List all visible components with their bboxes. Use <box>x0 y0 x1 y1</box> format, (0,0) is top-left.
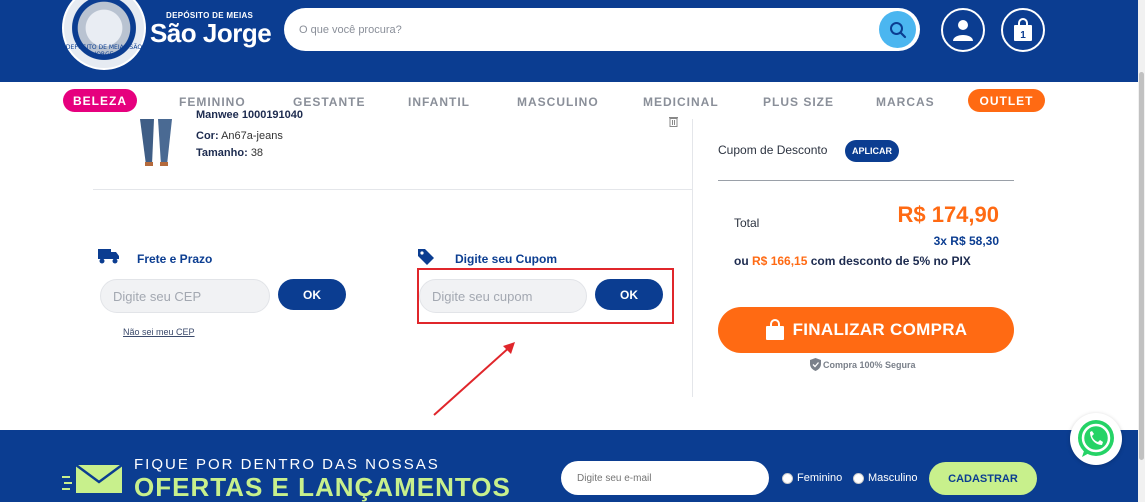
shopping-bag-icon: 1 <box>1014 18 1032 41</box>
total-label: Total <box>734 216 760 230</box>
search-bar <box>284 8 920 51</box>
color-value: An67a-jeans <box>221 130 283 142</box>
shipping-title: Frete e Prazo <box>137 252 213 266</box>
logo-wordmark[interactable]: São Jorge <box>150 18 272 49</box>
search-button[interactable] <box>879 11 916 48</box>
subscribe-button[interactable]: CADASTRAR <box>929 462 1037 495</box>
shopping-bag-icon <box>765 319 784 340</box>
nav-item-gestante[interactable]: GESTANTE <box>293 95 365 109</box>
apply-coupon-button[interactable]: APLICAR <box>845 140 899 162</box>
discount-coupon-label: Cupom de Desconto <box>718 143 828 157</box>
account-button[interactable] <box>941 8 985 52</box>
summary-divider <box>718 180 1014 181</box>
trash-icon[interactable] <box>668 115 679 127</box>
newsletter-email-input[interactable] <box>561 461 769 495</box>
envelope-icon <box>62 463 123 493</box>
search-input[interactable] <box>299 19 859 41</box>
radio-masculino[interactable]: Masculino <box>853 472 918 484</box>
search-icon <box>889 21 906 38</box>
product-size: Tamanho: 38 <box>196 147 263 159</box>
nav-item-masculino[interactable]: MASCULINO <box>517 95 599 109</box>
unknown-cep-link[interactable]: Não sei meu CEP <box>123 327 195 337</box>
pix-value: R$ 166,15 <box>752 254 808 268</box>
radio-feminino[interactable]: Feminino <box>782 472 842 484</box>
product-name[interactable]: Manwee 1000191040 <box>196 109 303 119</box>
page-scrollbar[interactable] <box>1138 0 1145 502</box>
nav-item-plus-size[interactable]: PLUS SIZE <box>763 95 834 109</box>
whatsapp-button[interactable] <box>1070 413 1122 465</box>
secure-label: Compra 100% Segura <box>823 359 916 370</box>
cart-button[interactable]: 1 <box>1001 8 1045 52</box>
radio-feminino-label: Feminino <box>797 472 843 484</box>
secure-purchase-badge: Compra 100% Segura <box>810 358 916 371</box>
radio-circle[interactable] <box>853 472 864 484</box>
nav-item-marcas[interactable]: MARCAS <box>876 95 935 109</box>
shipping-ok-button[interactable]: OK <box>278 279 346 310</box>
size-value: 38 <box>250 147 264 159</box>
installments-value: 3x R$ 58,30 <box>933 234 999 248</box>
whatsapp-icon <box>1078 420 1114 457</box>
truck-icon <box>98 249 119 264</box>
scrollbar-thumb[interactable] <box>1139 72 1144 460</box>
size-label: Tamanho: <box>196 147 248 159</box>
newsletter-title: OFERTAS E LANÇAMENTOS <box>134 472 511 502</box>
checkout-label: FINALIZAR COMPRA <box>792 320 968 339</box>
radio-masculino-label: Masculino <box>868 472 918 484</box>
total-value: R$ 174,90 <box>897 202 999 227</box>
product-color: Cor: An67a-jeans <box>196 130 283 142</box>
annotation-arrow <box>433 342 515 416</box>
coupon-title: Digite seu Cupom <box>455 252 558 266</box>
nav-item-medicinal[interactable]: MEDICINAL <box>643 95 719 109</box>
cep-input[interactable] <box>100 279 270 313</box>
user-icon <box>953 20 973 41</box>
tag-icon <box>418 249 434 265</box>
divider <box>93 189 693 190</box>
shield-icon <box>810 358 821 371</box>
checkout-button[interactable]: FINALIZAR COMPRA <box>718 307 1014 353</box>
svg-text:1: 1 <box>1020 30 1026 41</box>
pix-prefix: ou <box>734 254 749 268</box>
newsletter-subtitle: FIQUE POR DENTRO DAS NOSSAS <box>134 456 440 473</box>
nav-item-outlet[interactable]: OUTLET <box>968 89 1045 112</box>
seal-text: DEPÓSITO DE MEIAS SÃO JORGE <box>65 44 143 58</box>
nav-item-infantil[interactable]: INFANTIL <box>408 95 470 109</box>
pix-suffix: com desconto de 5% no PIX <box>810 254 971 268</box>
column-divider <box>692 119 693 397</box>
product-thumbnail[interactable] <box>137 119 175 167</box>
nav-item-beleza[interactable]: BELEZA <box>63 89 137 112</box>
color-label: Cor: <box>196 130 219 142</box>
annotation-highlight-box <box>417 268 674 324</box>
nav-item-feminino[interactable]: FEMININO <box>179 95 246 109</box>
pix-discount-line: ou R$ 166,15 com desconto de 5% no PIX <box>734 254 971 268</box>
radio-circle[interactable] <box>782 472 793 484</box>
